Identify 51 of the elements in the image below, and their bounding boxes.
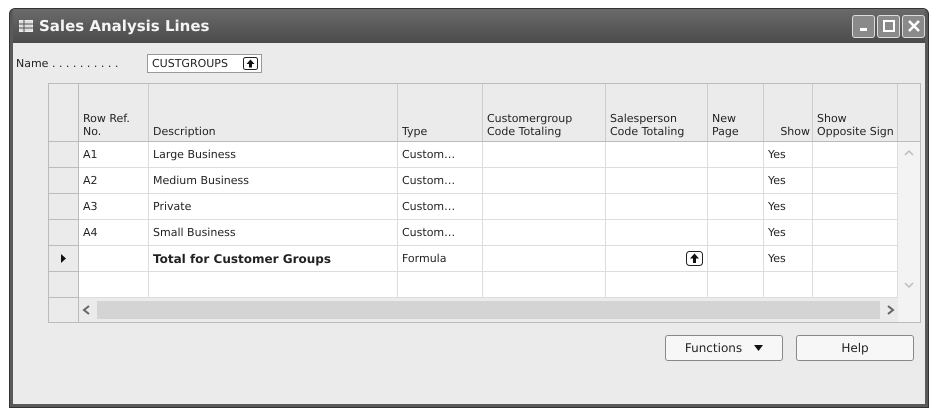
table-cell: A2 [79,168,149,194]
lookup-icon[interactable] [243,56,258,70]
column-header: Show [764,84,813,141]
name-field[interactable]: CUSTGROUPS [147,54,262,72]
row-selector[interactable] [49,246,79,272]
table-cell: Small Business [149,220,398,246]
lookup-icon[interactable] [686,251,703,266]
dialog-button[interactable]: Functions [665,335,783,361]
table-cell: A1 [79,142,149,168]
minimize-icon [860,28,867,31]
maximize-icon [882,19,896,33]
table-cell: A3 [79,194,149,220]
table-cell [708,220,764,246]
table-cell: Yes [764,194,813,220]
table-cell [708,194,764,220]
table-icon [19,20,33,32]
caret-icon [754,345,764,351]
table-cell: Yes [764,142,813,168]
table-cell: Private [149,194,398,220]
table-cell: Yes [764,168,813,194]
table-cell: Custom… [398,142,483,168]
minimize-button[interactable] [852,14,875,38]
close-icon [906,19,920,33]
maximize-button[interactable] [877,14,900,38]
table-cell: A4 [79,220,149,246]
column-header: Salesperson Code Totaling [606,84,708,141]
close-button[interactable] [902,14,925,38]
table-cell: Large Business [149,142,398,168]
column-header: Customergroup Code Totaling [483,84,606,141]
table-cell: Custom… [398,220,483,246]
table-cell: Custom… [398,194,483,220]
table-cell: Medium Business [149,168,398,194]
table-cell: Total for Customer Groups [149,246,398,272]
column-header: Show Opposite Sign [813,84,898,141]
table-cell [708,168,764,194]
vertical-scrollbar[interactable] [898,142,920,322]
table-cell: Yes [764,220,813,246]
horizontal-scrollbar[interactable] [49,298,898,322]
table-cell: Custom… [398,168,483,194]
name-label: Name . . . . . . . . . . [16,56,120,70]
window-title: Sales Analysis Lines [39,17,210,35]
column-header: Description [149,84,398,141]
column-header: Row Ref. No. [79,84,149,141]
table-cell: Yes [764,246,813,272]
column-header: Type [398,84,483,141]
table-cell [708,142,764,168]
current-row-icon [61,254,66,263]
table-cell: Formula [398,246,483,272]
column-header: New Page [708,84,764,141]
table-cell [79,246,149,272]
dialog-button[interactable]: Help [796,335,914,361]
